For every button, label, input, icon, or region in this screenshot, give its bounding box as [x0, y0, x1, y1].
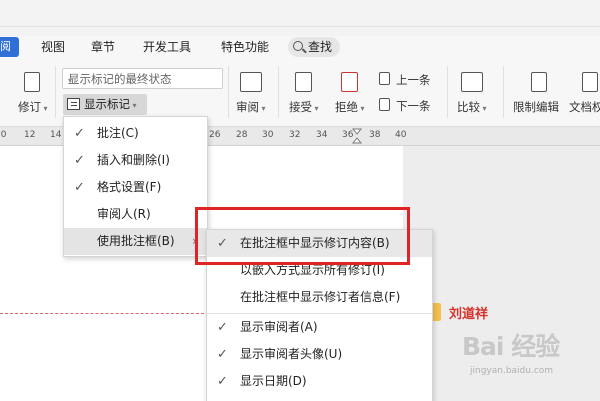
review-pane-icon[interactable] [240, 72, 262, 92]
previous-change-button[interactable]: 上一条 [396, 72, 431, 88]
tab-chapter[interactable]: 章节 [91, 37, 115, 57]
accept-icon[interactable] [295, 72, 312, 92]
ribbon-separator [447, 66, 448, 118]
menu-item-comments[interactable]: ✓ 批注(C) [64, 120, 207, 147]
next-change-button[interactable]: 下一条 [396, 98, 431, 114]
tab-developer-tools[interactable]: 开发工具 [143, 37, 191, 57]
show-markup-menu: ✓ 批注(C) ✓ 插入和删除(I) ✓ 格式设置(F) 审阅人(R) 使用批注框(B… [63, 116, 208, 257]
reject-icon[interactable] [341, 72, 358, 92]
menu-item-label: 格式设置(F) [97, 180, 162, 194]
chevron-down-icon: ▾ [68, 76, 73, 85]
menu-item-label: 显示审阅者头像(U) [240, 347, 343, 361]
menu-item-label: 在批注框中显示修订者信息(F) [240, 290, 401, 304]
chevron-down-icon: ▾ [480, 104, 487, 113]
search-label: 查找 [308, 40, 333, 54]
ruler-label: 12 [24, 130, 36, 140]
submenu-item-show-reviewer-avatar[interactable]: ✓ 显示审阅者头像(U) [207, 341, 432, 368]
menu-item-reviewers[interactable]: 审阅人(R) [64, 201, 207, 228]
watermark-url: jingyan.baidu.com [470, 366, 554, 376]
compare-button[interactable]: 比较 ▾ [457, 99, 487, 115]
revise-label: 修订 [18, 100, 41, 114]
compare-label: 比较 [457, 100, 480, 114]
menu-item-label: 批注(C) [97, 126, 139, 140]
ribbon-separator [228, 66, 229, 118]
tab-special-features[interactable]: 特色功能 [221, 37, 269, 57]
reject-label: 拒绝 [335, 100, 358, 114]
check-icon: ✓ [217, 347, 228, 362]
reject-button[interactable]: 拒绝 ▾ [335, 99, 365, 115]
check-icon: ✓ [74, 153, 85, 168]
ruler-label: 32 [289, 130, 301, 140]
menu-item-label: 显示日期(D) [240, 374, 307, 388]
lock-icon[interactable] [531, 72, 547, 92]
submenu-item-show-reviewer[interactable]: ✓ 显示审阅者(A) [207, 314, 432, 341]
restrict-editing-button[interactable]: 限制编辑 [513, 99, 559, 115]
menu-item-label: 审阅人(R) [97, 207, 151, 221]
next-change-icon [379, 98, 390, 111]
review-pane-button[interactable]: 审阅 ▾ [236, 99, 266, 115]
show-markup-button[interactable]: 显示标记 ▾ [63, 94, 147, 115]
chevron-down-icon: ▾ [312, 104, 319, 113]
compare-icon[interactable] [461, 72, 483, 92]
ribbon-separator [278, 66, 279, 118]
submenu-item-show-date[interactable]: ✓ 显示日期(D) [207, 368, 432, 395]
document-permission-button[interactable]: 文档权 [569, 99, 600, 115]
markup-icon [67, 98, 80, 110]
chevron-down-icon: ▾ [259, 104, 266, 113]
ruler-label: 40 [395, 130, 407, 140]
accept-button[interactable]: 接受 ▾ [289, 99, 319, 115]
ruler-indent-marker[interactable] [352, 128, 362, 144]
comment-author: 刘道祥 [449, 307, 489, 322]
highlight-box [195, 207, 410, 265]
ruler-label: 10 [0, 130, 7, 140]
tab-view[interactable]: 视图 [41, 37, 65, 57]
menu-item-label: 显示审阅者(A) [240, 320, 318, 334]
title-bar-divider [0, 26, 600, 27]
chevron-down-icon: ▾ [358, 104, 365, 113]
markup-mode-select[interactable]: 显示标记的最终状态 ▾ [62, 68, 223, 89]
document-permission-icon[interactable] [582, 72, 598, 92]
title-bar [0, 0, 600, 36]
ruler-label: 26 [209, 130, 221, 140]
menu-item-insertions-deletions[interactable]: ✓ 插入和删除(I) [64, 147, 207, 174]
search-button[interactable]: 查找 [288, 37, 340, 57]
ribbon-separator [503, 66, 504, 118]
watermark: Bai 经验 [462, 332, 560, 361]
ruler-label: 14 [50, 130, 62, 140]
ribbon-separator [55, 66, 56, 118]
check-icon: ✓ [217, 320, 228, 335]
ruler-label: 34 [316, 130, 328, 140]
previous-change-icon [379, 72, 390, 85]
menu-item-use-balloons[interactable]: 使用批注框(B) › [64, 228, 207, 255]
chevron-down-icon: ▾ [130, 101, 137, 110]
accept-label: 接受 [289, 100, 312, 114]
revise-icon[interactable] [24, 72, 40, 92]
chevron-down-icon: ▾ [41, 104, 48, 113]
check-icon: ✓ [217, 374, 228, 389]
menu-item-label: 使用批注框(B) [97, 234, 175, 248]
revise-button[interactable]: 修订 ▾ [18, 99, 48, 115]
ruler-label: 38 [369, 130, 381, 140]
ruler-label: 28 [236, 130, 248, 140]
menu-item-label: 插入和删除(I) [97, 153, 170, 167]
check-icon: ✓ [74, 126, 85, 141]
tab-review[interactable]: 审阅 [0, 37, 19, 57]
search-icon [293, 41, 303, 51]
ruler-label: 30 [262, 130, 274, 140]
submenu-item-show-reviewer-info-in-balloons[interactable]: 在批注框中显示修订者信息(F) [207, 284, 432, 311]
menu-item-formatting[interactable]: ✓ 格式设置(F) [64, 174, 207, 201]
show-markup-label: 显示标记 [84, 97, 130, 111]
check-icon: ✓ [74, 180, 85, 195]
review-pane-label: 审阅 [236, 100, 259, 114]
